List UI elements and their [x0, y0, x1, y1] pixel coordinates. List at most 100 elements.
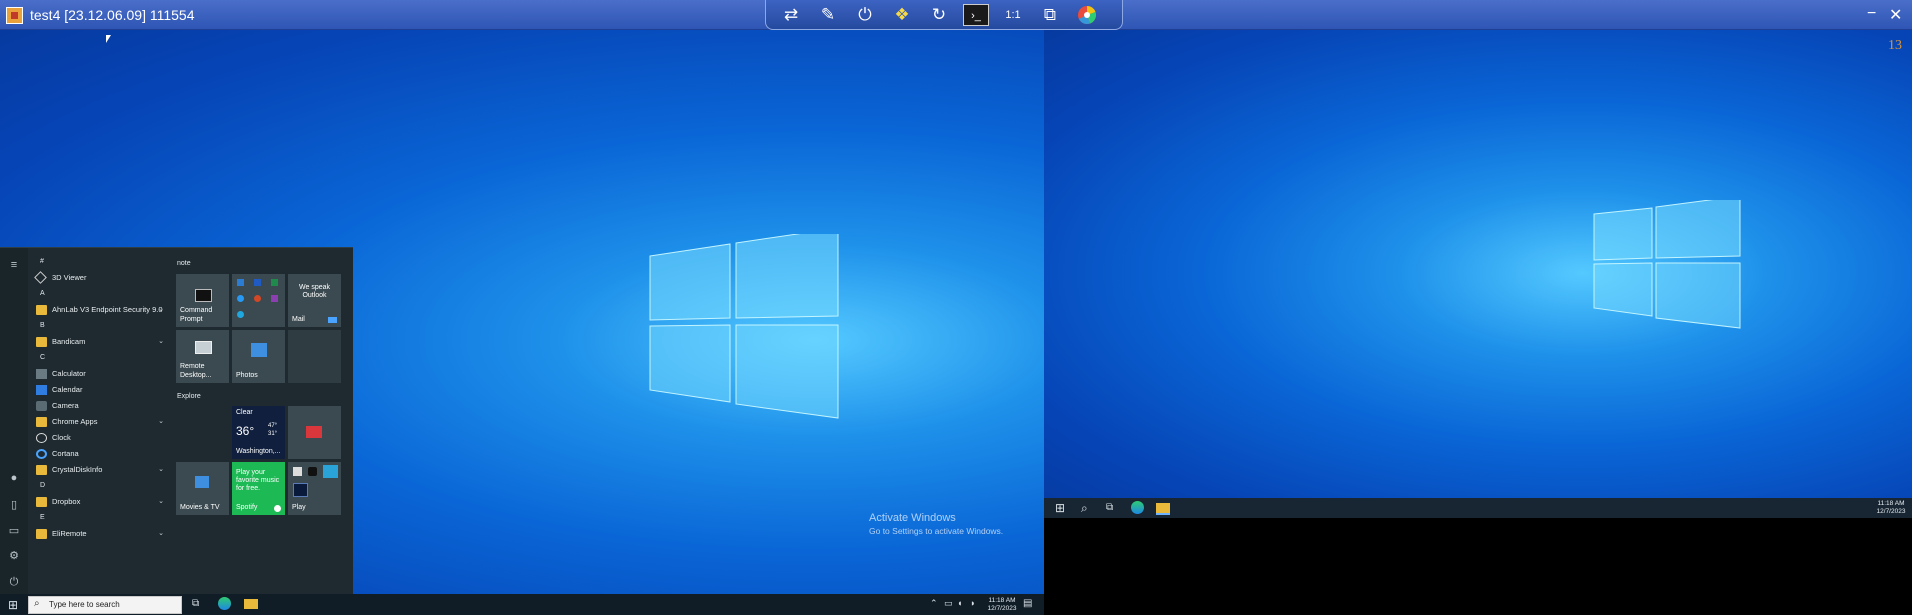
app-3d-viewer[interactable]: 3D Viewer [32, 269, 168, 287]
window-title: test4 [23.12.06.09] 111554 [30, 7, 195, 23]
onenote-icon [271, 295, 278, 302]
folder-icon [36, 337, 47, 347]
chevron-down-icon: ⌄ [158, 338, 164, 345]
windows-logo [1593, 200, 1741, 329]
tile-command-prompt[interactable]: Command Prompt [176, 274, 229, 327]
game-icon [293, 467, 302, 476]
tile-office-apps[interactable] [232, 274, 285, 327]
edge-icon[interactable] [1131, 501, 1144, 514]
group-title-explore: Explore [177, 393, 201, 400]
search-box[interactable]: ⌕ Type here to search [28, 596, 182, 614]
file-explorer-icon[interactable] [1156, 503, 1170, 515]
letter-header[interactable]: D [40, 482, 45, 489]
volume-icon[interactable]: ◗ [970, 598, 975, 608]
color-wheel-icon[interactable] [1074, 4, 1100, 26]
start-rail: ≡ ● ▯ ▭ ⚙ ⏻ [0, 248, 28, 595]
folder-icon [36, 497, 47, 507]
app-ahnlab[interactable]: AhnLab V3 Endpoint Security 9.0 ⌄ [32, 301, 168, 319]
start-windows-icon[interactable]: ⊞ [8, 598, 18, 612]
letter-header[interactable]: B [40, 322, 45, 329]
tile-area: note Command Prompt We speak Outlook Mai… [176, 248, 351, 595]
actual-size-icon[interactable]: 1:1 [1000, 4, 1026, 26]
task-view-icon[interactable]: ⧉ [1106, 502, 1113, 513]
swap-arrows-icon[interactable]: ⇄ [778, 4, 804, 26]
terminal-icon [195, 289, 212, 302]
chevron-up-icon[interactable]: ⌃ [930, 598, 938, 609]
search-icon[interactable]: ⌕ [1081, 501, 1088, 516]
activate-title: Activate Windows [869, 512, 956, 524]
power-icon[interactable]: ⏻ [852, 4, 878, 26]
onedrive-icon [237, 295, 244, 302]
notification-icon[interactable]: ▤ [1023, 598, 1032, 609]
tile-photos[interactable]: Photos [232, 330, 285, 383]
speaker-icon[interactable]: ◖ [957, 598, 962, 608]
power-icon[interactable]: ⏻ [7, 575, 21, 589]
taskbar-clock[interactable]: 11:18 AM 12/7/2023 [1872, 500, 1910, 516]
skype-icon [237, 311, 244, 318]
multi-monitor-icon[interactable]: ⧉ [1037, 4, 1063, 26]
pictures-icon[interactable]: ▭ [7, 524, 21, 538]
terminal-icon[interactable]: ›_ [963, 4, 989, 26]
tile-movies-tv[interactable]: Movies & TV [176, 462, 229, 515]
letter-header[interactable]: # [40, 258, 44, 265]
tile-play[interactable]: Play [288, 462, 341, 515]
search-icon: ⌕ [34, 598, 40, 609]
refresh-icon[interactable]: ↻ [926, 4, 952, 26]
activate-subtitle: Go to Settings to activate Windows. [869, 526, 1004, 536]
app-bandicam[interactable]: Bandicam ⌄ [32, 333, 168, 351]
word-icon [254, 279, 261, 286]
group-title-note: note [177, 260, 191, 267]
app-icon [6, 7, 23, 24]
tiktok-icon [308, 467, 317, 476]
outlook-icon [237, 279, 244, 286]
edge-icon[interactable] [218, 597, 231, 610]
folder-icon [36, 529, 47, 539]
calendar-icon [36, 385, 47, 395]
cube-icon [34, 271, 47, 284]
windows-logo [649, 234, 839, 419]
start-windows-icon[interactable]: ⊞ [1055, 501, 1065, 515]
minimize-button[interactable]: − [1867, 5, 1876, 23]
tile-mail[interactable]: We speak Outlook Mail [288, 274, 341, 327]
clock-icon [36, 433, 47, 443]
tile-news[interactable] [288, 406, 341, 459]
chevron-down-icon: ⌄ [158, 498, 164, 505]
activate-windows-watermark: Activate Windows Go to Settings to activ… [869, 512, 1003, 536]
task-view-icon[interactable]: ⧉ [192, 598, 199, 609]
close-button[interactable]: ✕ [1889, 5, 1902, 25]
mail-icon [328, 317, 337, 323]
tile-spotify[interactable]: Play your favorite music for free. Spoti… [232, 462, 285, 515]
remote-viewer-titlebar: test4 [23.12.06.09] 111554 ⇄ ✎ ⏻ ❖ ↻ ›_ … [0, 0, 1912, 30]
letter-header[interactable]: E [40, 514, 45, 521]
letter-header[interactable]: C [40, 354, 45, 361]
documents-icon[interactable]: ▯ [7, 498, 21, 512]
folder-icon [36, 465, 47, 475]
tile-remote-desktop[interactable]: Remote Desktop... [176, 330, 229, 383]
right-monitor-blank-area [1044, 518, 1912, 615]
right-monitor-desktop[interactable] [1044, 30, 1912, 498]
tile-weather[interactable]: Clear 36° 47° 31° Washington,... [232, 406, 285, 459]
network-icon[interactable]: ▭ [944, 598, 953, 609]
app-crystaldiskinfo[interactable]: CrystalDiskInfo ⌄ [32, 461, 168, 479]
tile-empty[interactable] [288, 330, 341, 383]
monitor-number: 13 [1888, 38, 1902, 53]
app-dropbox[interactable]: Dropbox ⌄ [32, 493, 168, 511]
taskbar-clock[interactable]: 11:18 AM 12/7/2023 [981, 597, 1023, 613]
letter-header[interactable]: A [40, 290, 45, 297]
chevron-down-icon: ⌄ [158, 466, 164, 473]
hamburger-menu-icon[interactable]: ≡ [7, 258, 21, 272]
app-eliremote[interactable]: EliRemote ⌄ [32, 525, 168, 543]
windows-flag-icon[interactable]: ❖ [889, 4, 915, 26]
powerpoint-icon [254, 295, 261, 302]
excel-icon [271, 279, 278, 286]
pen-icon[interactable]: ✎ [815, 4, 841, 26]
camera-icon [36, 401, 47, 411]
calculator-icon [36, 369, 47, 379]
settings-gear-icon[interactable]: ⚙ [7, 549, 21, 563]
file-explorer-icon[interactable] [244, 599, 258, 609]
chevron-down-icon: ⌄ [158, 306, 164, 313]
user-avatar-icon[interactable]: ● [7, 471, 21, 485]
photos-icon [251, 343, 267, 357]
search-placeholder: Type here to search [49, 600, 120, 609]
cortana-icon [36, 449, 47, 459]
